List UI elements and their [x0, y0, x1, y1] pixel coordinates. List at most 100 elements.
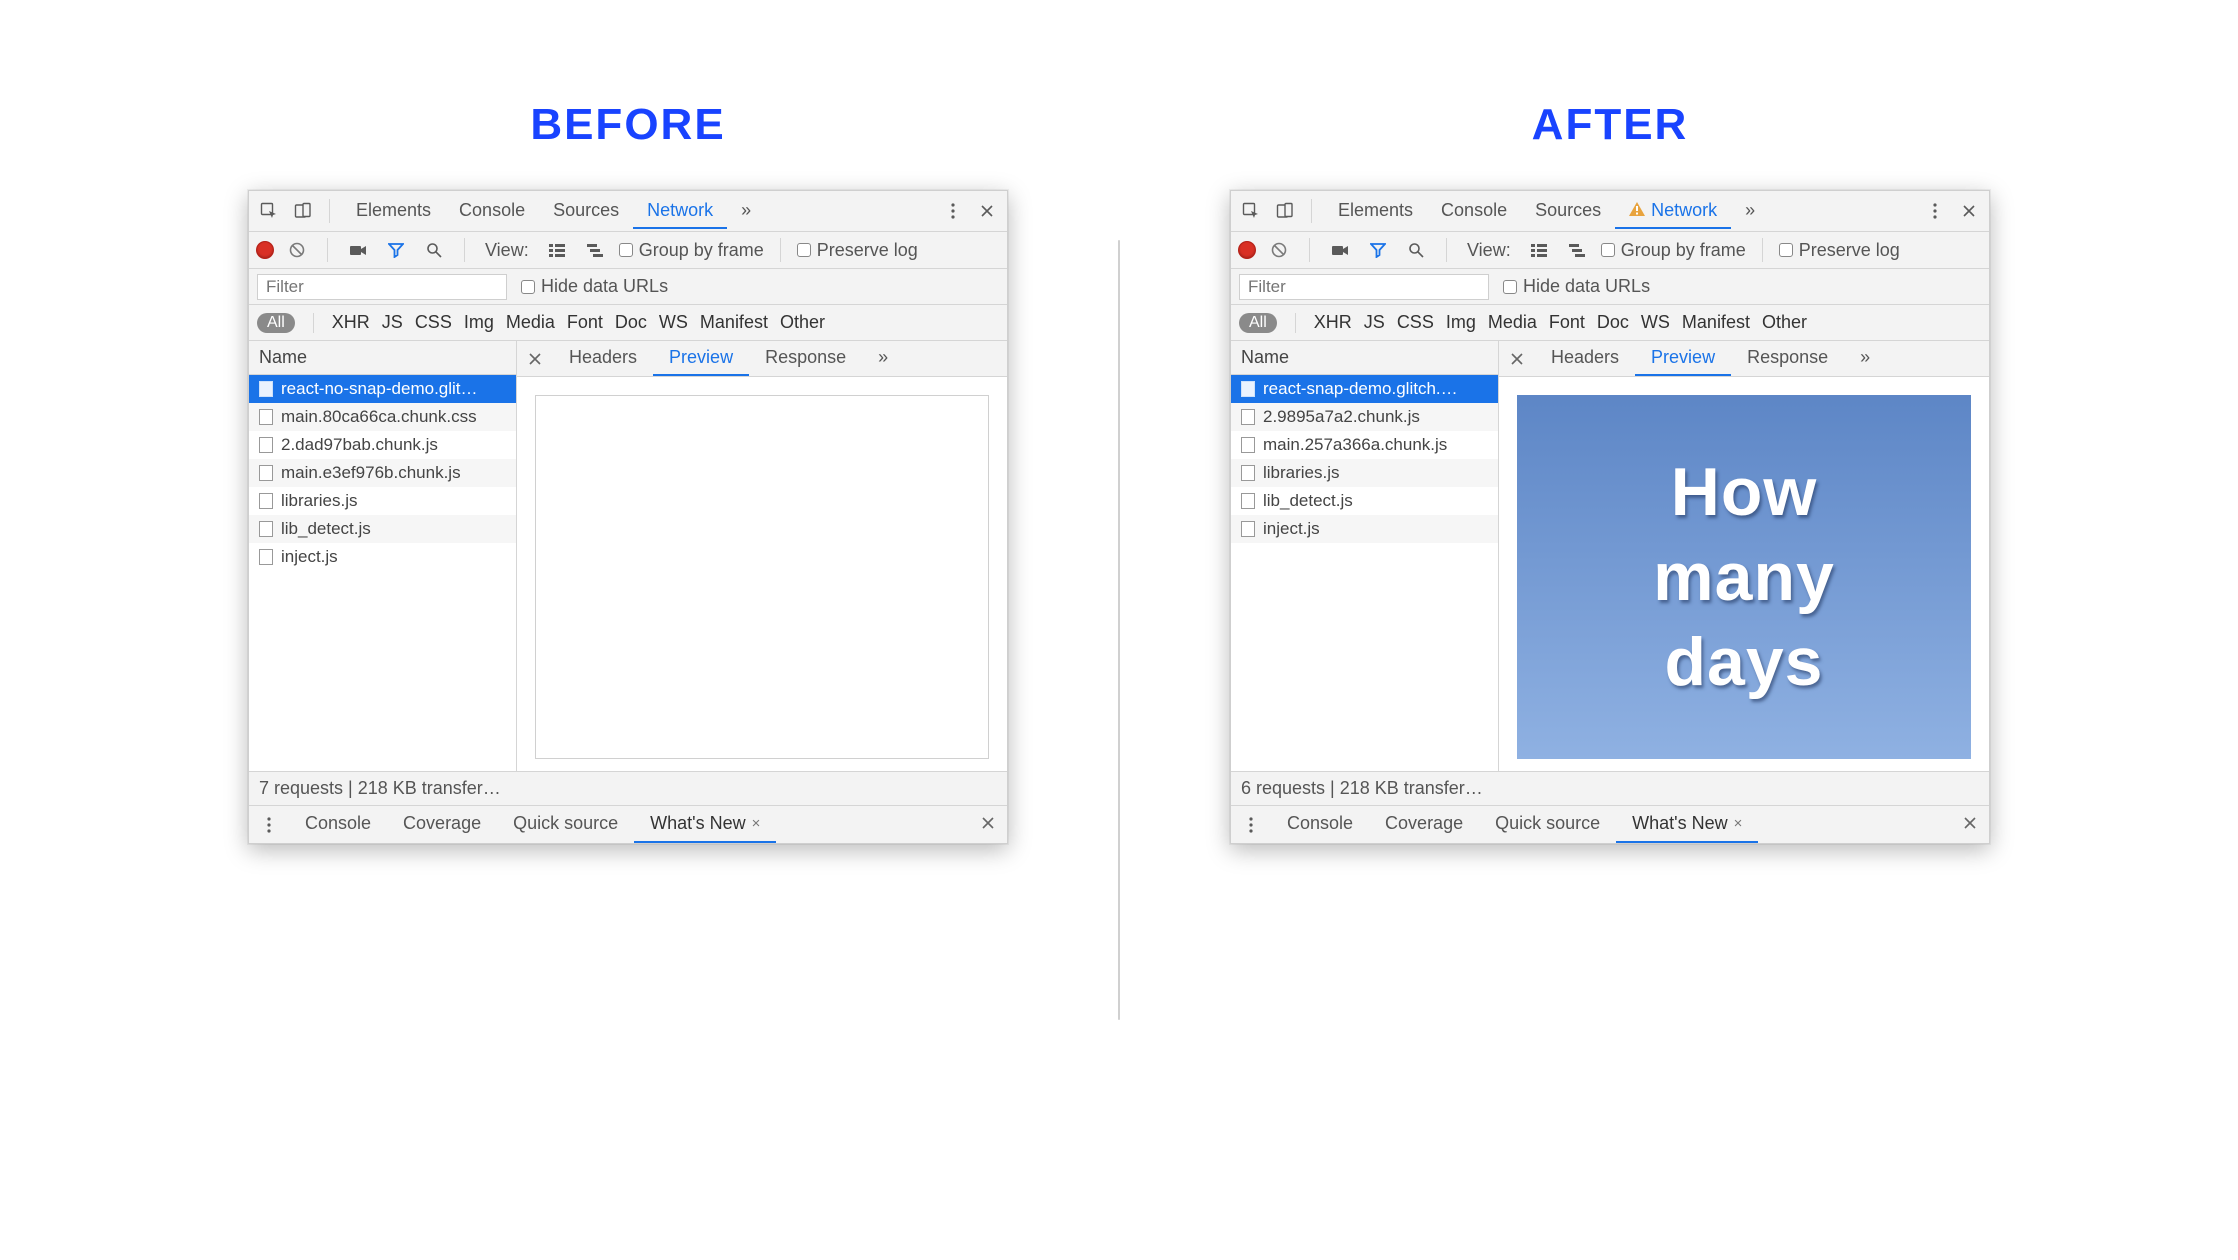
large-rows-icon[interactable]	[543, 236, 571, 264]
preserve-log-checkbox[interactable]: Preserve log	[1779, 240, 1900, 261]
tab-console[interactable]: Console	[1427, 193, 1521, 229]
type-ws[interactable]: WS	[1641, 312, 1670, 333]
type-js[interactable]: JS	[382, 312, 403, 333]
tab-elements[interactable]: Elements	[342, 193, 445, 229]
waterfall-icon[interactable]	[581, 236, 609, 264]
type-css[interactable]: CSS	[415, 312, 452, 333]
search-icon[interactable]	[1402, 236, 1430, 264]
name-column-header[interactable]: Name	[249, 341, 516, 375]
drawer-tab-whats-new[interactable]: What's New×	[634, 806, 776, 843]
close-drawer-icon[interactable]	[969, 814, 1007, 835]
close-tab-icon[interactable]: ×	[752, 815, 761, 832]
tab-network[interactable]: Network	[633, 193, 727, 229]
clear-icon[interactable]	[283, 236, 311, 264]
drawer-tab-quick-source[interactable]: Quick source	[1479, 806, 1616, 843]
drawer-tab-quick-source[interactable]: Quick source	[497, 806, 634, 843]
filter-input[interactable]	[257, 274, 507, 300]
type-other[interactable]: Other	[1762, 312, 1807, 333]
detail-tab-preview[interactable]: Preview	[653, 341, 749, 376]
request-row[interactable]: inject.js	[249, 543, 516, 571]
clear-icon[interactable]	[1265, 236, 1293, 264]
type-ws[interactable]: WS	[659, 312, 688, 333]
filter-icon[interactable]	[1364, 236, 1392, 264]
close-detail-icon[interactable]	[1499, 353, 1535, 365]
group-by-frame-checkbox[interactable]: Group by frame	[1601, 240, 1746, 261]
request-row[interactable]: main.257a366a.chunk.js	[1231, 431, 1498, 459]
waterfall-icon[interactable]	[1563, 236, 1591, 264]
request-row[interactable]: 2.9895a7a2.chunk.js	[1231, 403, 1498, 431]
type-doc[interactable]: Doc	[1597, 312, 1629, 333]
type-css[interactable]: CSS	[1397, 312, 1434, 333]
kebab-menu-icon[interactable]	[255, 811, 283, 839]
hide-data-urls-checkbox[interactable]: Hide data URLs	[521, 276, 668, 297]
record-icon[interactable]	[257, 242, 273, 258]
camera-icon[interactable]	[1326, 236, 1354, 264]
tab-overflow[interactable]: »	[727, 193, 765, 229]
type-font[interactable]: Font	[1549, 312, 1585, 333]
drawer-tab-console[interactable]: Console	[1271, 806, 1369, 843]
type-xhr[interactable]: XHR	[1314, 312, 1352, 333]
detail-tab-headers[interactable]: Headers	[553, 341, 653, 376]
inspect-element-icon[interactable]	[255, 197, 283, 225]
close-drawer-icon[interactable]	[1951, 814, 1989, 835]
type-manifest[interactable]: Manifest	[1682, 312, 1750, 333]
type-all[interactable]: All	[257, 313, 295, 333]
filter-input[interactable]	[1239, 274, 1489, 300]
close-tab-icon[interactable]: ×	[1734, 815, 1743, 832]
large-rows-icon[interactable]	[1525, 236, 1553, 264]
request-row[interactable]: lib_detect.js	[1231, 487, 1498, 515]
close-detail-icon[interactable]	[517, 353, 553, 365]
type-img[interactable]: Img	[1446, 312, 1476, 333]
tab-sources[interactable]: Sources	[539, 193, 633, 229]
filter-icon[interactable]	[382, 236, 410, 264]
kebab-menu-icon[interactable]	[1921, 197, 1949, 225]
request-row[interactable]: inject.js	[1231, 515, 1498, 543]
request-row[interactable]: main.e3ef976b.chunk.js	[249, 459, 516, 487]
close-icon[interactable]	[973, 197, 1001, 225]
type-other[interactable]: Other	[780, 312, 825, 333]
preserve-log-checkbox[interactable]: Preserve log	[797, 240, 918, 261]
group-by-frame-checkbox[interactable]: Group by frame	[619, 240, 764, 261]
tab-console[interactable]: Console	[445, 193, 539, 229]
inspect-element-icon[interactable]	[1237, 197, 1265, 225]
request-row[interactable]: lib_detect.js	[249, 515, 516, 543]
type-manifest[interactable]: Manifest	[700, 312, 768, 333]
tab-overflow[interactable]: »	[1731, 193, 1769, 229]
drawer-tab-console[interactable]: Console	[289, 806, 387, 843]
tab-network[interactable]: Network	[1615, 193, 1731, 229]
kebab-menu-icon[interactable]	[1237, 811, 1265, 839]
device-toolbar-icon[interactable]	[1271, 197, 1299, 225]
type-xhr[interactable]: XHR	[332, 312, 370, 333]
request-row[interactable]: libraries.js	[249, 487, 516, 515]
search-icon[interactable]	[420, 236, 448, 264]
record-icon[interactable]	[1239, 242, 1255, 258]
camera-icon[interactable]	[344, 236, 372, 264]
type-font[interactable]: Font	[567, 312, 603, 333]
tab-sources[interactable]: Sources	[1521, 193, 1615, 229]
detail-tab-headers[interactable]: Headers	[1535, 341, 1635, 376]
request-row[interactable]: libraries.js	[1231, 459, 1498, 487]
request-row[interactable]: react-snap-demo.glitch.…	[1231, 375, 1498, 403]
close-icon[interactable]	[1955, 197, 1983, 225]
detail-tab-response[interactable]: Response	[1731, 341, 1844, 376]
request-row[interactable]: main.80ca66ca.chunk.css	[249, 403, 516, 431]
request-row[interactable]: 2.dad97bab.chunk.js	[249, 431, 516, 459]
detail-tab-preview[interactable]: Preview	[1635, 341, 1731, 376]
hide-data-urls-checkbox[interactable]: Hide data URLs	[1503, 276, 1650, 297]
drawer-tab-coverage[interactable]: Coverage	[387, 806, 497, 843]
tab-elements[interactable]: Elements	[1324, 193, 1427, 229]
drawer-tab-whats-new[interactable]: What's New×	[1616, 806, 1758, 843]
detail-tab-response[interactable]: Response	[749, 341, 862, 376]
type-media[interactable]: Media	[1488, 312, 1537, 333]
type-img[interactable]: Img	[464, 312, 494, 333]
type-media[interactable]: Media	[506, 312, 555, 333]
kebab-menu-icon[interactable]	[939, 197, 967, 225]
type-doc[interactable]: Doc	[615, 312, 647, 333]
type-all[interactable]: All	[1239, 313, 1277, 333]
detail-tab-overflow[interactable]: »	[862, 341, 904, 376]
type-js[interactable]: JS	[1364, 312, 1385, 333]
detail-tab-overflow[interactable]: »	[1844, 341, 1886, 376]
device-toolbar-icon[interactable]	[289, 197, 317, 225]
name-column-header[interactable]: Name	[1231, 341, 1498, 375]
drawer-tab-coverage[interactable]: Coverage	[1369, 806, 1479, 843]
